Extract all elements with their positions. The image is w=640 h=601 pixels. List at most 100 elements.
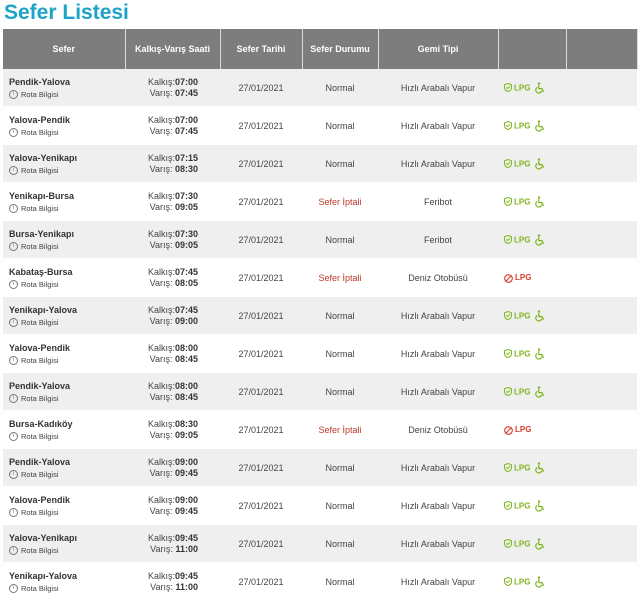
arrival-label: Varış: — [150, 581, 173, 592]
departure-label: Kalkış: — [147, 190, 175, 201]
route-name[interactable]: Yalova-Yenikapı — [9, 153, 125, 163]
route-info-link[interactable]: i Rota Bilgisi — [9, 241, 125, 251]
info-icon: i — [9, 431, 18, 441]
route-cell: Yalova-Pendik i Rota Bilgisi — [3, 486, 125, 525]
route-info-link[interactable]: i Rota Bilgisi — [9, 469, 125, 479]
route-info-link[interactable]: i Rota Bilgisi — [9, 431, 125, 441]
table-row: Yenikapı-Yalova i Rota Bilgisi Kalkış:09… — [3, 562, 637, 601]
departure-label: Kalkış: — [147, 266, 175, 277]
trip-status: Normal — [302, 372, 378, 411]
route-cell: Yenikapı-Yalova i Rota Bilgisi — [3, 296, 125, 335]
ferry-schedule-table: Sefer Kalkış-Varış Saati Sefer Tarihi Se… — [3, 29, 638, 601]
route-name[interactable]: Yalova-Yenikapı — [9, 533, 125, 543]
info-icon: i — [9, 355, 18, 365]
route-name[interactable]: Yalova-Pendik — [9, 115, 125, 125]
arrival-time: 09:05 — [174, 429, 198, 440]
info-icon: i — [9, 241, 18, 251]
route-name[interactable]: Yalova-Pendik — [9, 495, 125, 505]
extra-cell — [566, 372, 637, 411]
route-info-label[interactable]: Rota Bilgisi — [21, 546, 59, 555]
route-info-link[interactable]: i Rota Bilgisi — [9, 355, 125, 365]
column-header-status[interactable]: Sefer Durumu — [302, 29, 379, 69]
route-name[interactable]: Yenikapı-Yalova — [9, 305, 125, 315]
route-cell: Bursa-Kadıköy i Rota Bilgisi — [3, 410, 125, 449]
route-info-label[interactable]: Rota Bilgisi — [21, 166, 59, 175]
trip-status: Normal — [302, 69, 378, 107]
prohibited-icon — [504, 425, 513, 435]
route-name[interactable]: Bursa-Kadıköy — [9, 419, 125, 429]
times-cell: Kalkış:07:00 Varış: 07:45 — [125, 106, 220, 145]
column-header-date[interactable]: Sefer Tarihi — [220, 29, 303, 69]
amenities-cell: LPG — [498, 524, 566, 563]
route-info-label[interactable]: Rota Bilgisi — [21, 356, 59, 365]
route-info-label[interactable]: Rota Bilgisi — [21, 128, 59, 137]
page-title: Sefer Listesi — [4, 1, 129, 24]
table-row: Bursa-Kadıköy i Rota Bilgisi Kalkış:08:3… — [3, 410, 637, 449]
ship-type: Hızlı Arabalı Vapur — [378, 486, 498, 525]
route-info-link[interactable]: i Rota Bilgisi — [9, 393, 125, 403]
route-name[interactable]: Yenikapı-Bursa — [9, 191, 125, 201]
route-info-label[interactable]: Rota Bilgisi — [21, 318, 59, 327]
column-header-times[interactable]: Kalkış-Varış Saati — [125, 29, 221, 69]
lpg-badge: LPG — [514, 234, 531, 244]
route-info-label[interactable]: Rota Bilgisi — [21, 242, 59, 251]
table-row: Yalova-Pendik i Rota Bilgisi Kalkış:08:0… — [3, 334, 637, 373]
shield-check-icon — [504, 349, 512, 358]
route-name[interactable]: Pendik-Yalova — [9, 457, 125, 467]
route-info-link[interactable]: i Rota Bilgisi — [9, 507, 125, 517]
route-info-label[interactable]: Rota Bilgisi — [21, 432, 59, 441]
amenities-cell: LPG — [498, 372, 566, 411]
route-name[interactable]: Yalova-Pendik — [9, 343, 125, 353]
route-cell: Bursa-Yenikapı i Rota Bilgisi — [3, 220, 125, 259]
ship-type: Deniz Otobüsü — [378, 258, 498, 297]
route-info-link[interactable]: i Rota Bilgisi — [9, 127, 125, 137]
table-header-row: Sefer Kalkış-Varış Saati Sefer Tarihi Se… — [3, 29, 638, 69]
route-info-label[interactable]: Rota Bilgisi — [21, 470, 59, 479]
lpg-badge: LPG — [514, 196, 531, 206]
column-header-ship-type[interactable]: Gemi Tipi — [378, 29, 499, 69]
departure-time: 08:00 — [174, 380, 198, 391]
route-info-link[interactable]: i Rota Bilgisi — [9, 317, 125, 327]
route-info-label[interactable]: Rota Bilgisi — [21, 394, 59, 403]
arrival-label: Varış: — [149, 125, 173, 136]
route-info-link[interactable]: i Rota Bilgisi — [9, 545, 125, 555]
extra-cell — [566, 296, 637, 335]
departure-time: 09:00 — [174, 494, 198, 505]
route-info-link[interactable]: i Rota Bilgisi — [9, 279, 125, 289]
arrival-label: Varış: — [149, 201, 173, 212]
lpg-badge: LPG — [514, 500, 531, 510]
info-icon: i — [9, 393, 18, 403]
route-name[interactable]: Kabataş-Bursa — [9, 267, 125, 277]
info-icon: i — [9, 317, 18, 327]
route-info-label[interactable]: Rota Bilgisi — [21, 90, 59, 99]
trip-status: Normal — [302, 486, 378, 525]
column-header-route[interactable]: Sefer — [3, 29, 126, 69]
wheelchair-icon — [535, 537, 545, 550]
route-name[interactable]: Yenikapı-Yalova — [9, 571, 125, 581]
route-info-link[interactable]: i Rota Bilgisi — [9, 165, 125, 175]
departure-time: 07:30 — [174, 228, 198, 239]
route-info-link[interactable]: i Rota Bilgisi — [9, 89, 125, 99]
wheelchair-icon — [535, 385, 545, 398]
lpg-badge: LPG — [515, 425, 532, 435]
extra-cell — [566, 562, 637, 601]
route-name[interactable]: Pendik-Yalova — [9, 381, 125, 391]
trip-date: 27/01/2021 — [220, 69, 302, 107]
route-info-label[interactable]: Rota Bilgisi — [21, 584, 59, 593]
route-name[interactable]: Bursa-Yenikapı — [9, 229, 125, 239]
extra-cell — [566, 486, 637, 525]
route-info-link[interactable]: i Rota Bilgisi — [9, 203, 125, 213]
trip-date: 27/01/2021 — [220, 106, 302, 145]
route-info-label[interactable]: Rota Bilgisi — [21, 508, 59, 517]
departure-label: Kalkış: — [147, 114, 175, 125]
departure-label: Kalkış: — [147, 532, 175, 543]
lpg-badge: LPG — [514, 576, 531, 586]
lpg-badge: LPG — [514, 462, 531, 472]
departure-time: 08:30 — [174, 418, 198, 429]
route-info-label[interactable]: Rota Bilgisi — [21, 280, 59, 289]
route-info-label[interactable]: Rota Bilgisi — [21, 204, 59, 213]
route-info-link[interactable]: i Rota Bilgisi — [9, 583, 125, 593]
shield-check-icon — [504, 311, 512, 320]
amenities-cell: LPG — [498, 334, 566, 373]
route-name[interactable]: Pendik-Yalova — [9, 77, 125, 87]
